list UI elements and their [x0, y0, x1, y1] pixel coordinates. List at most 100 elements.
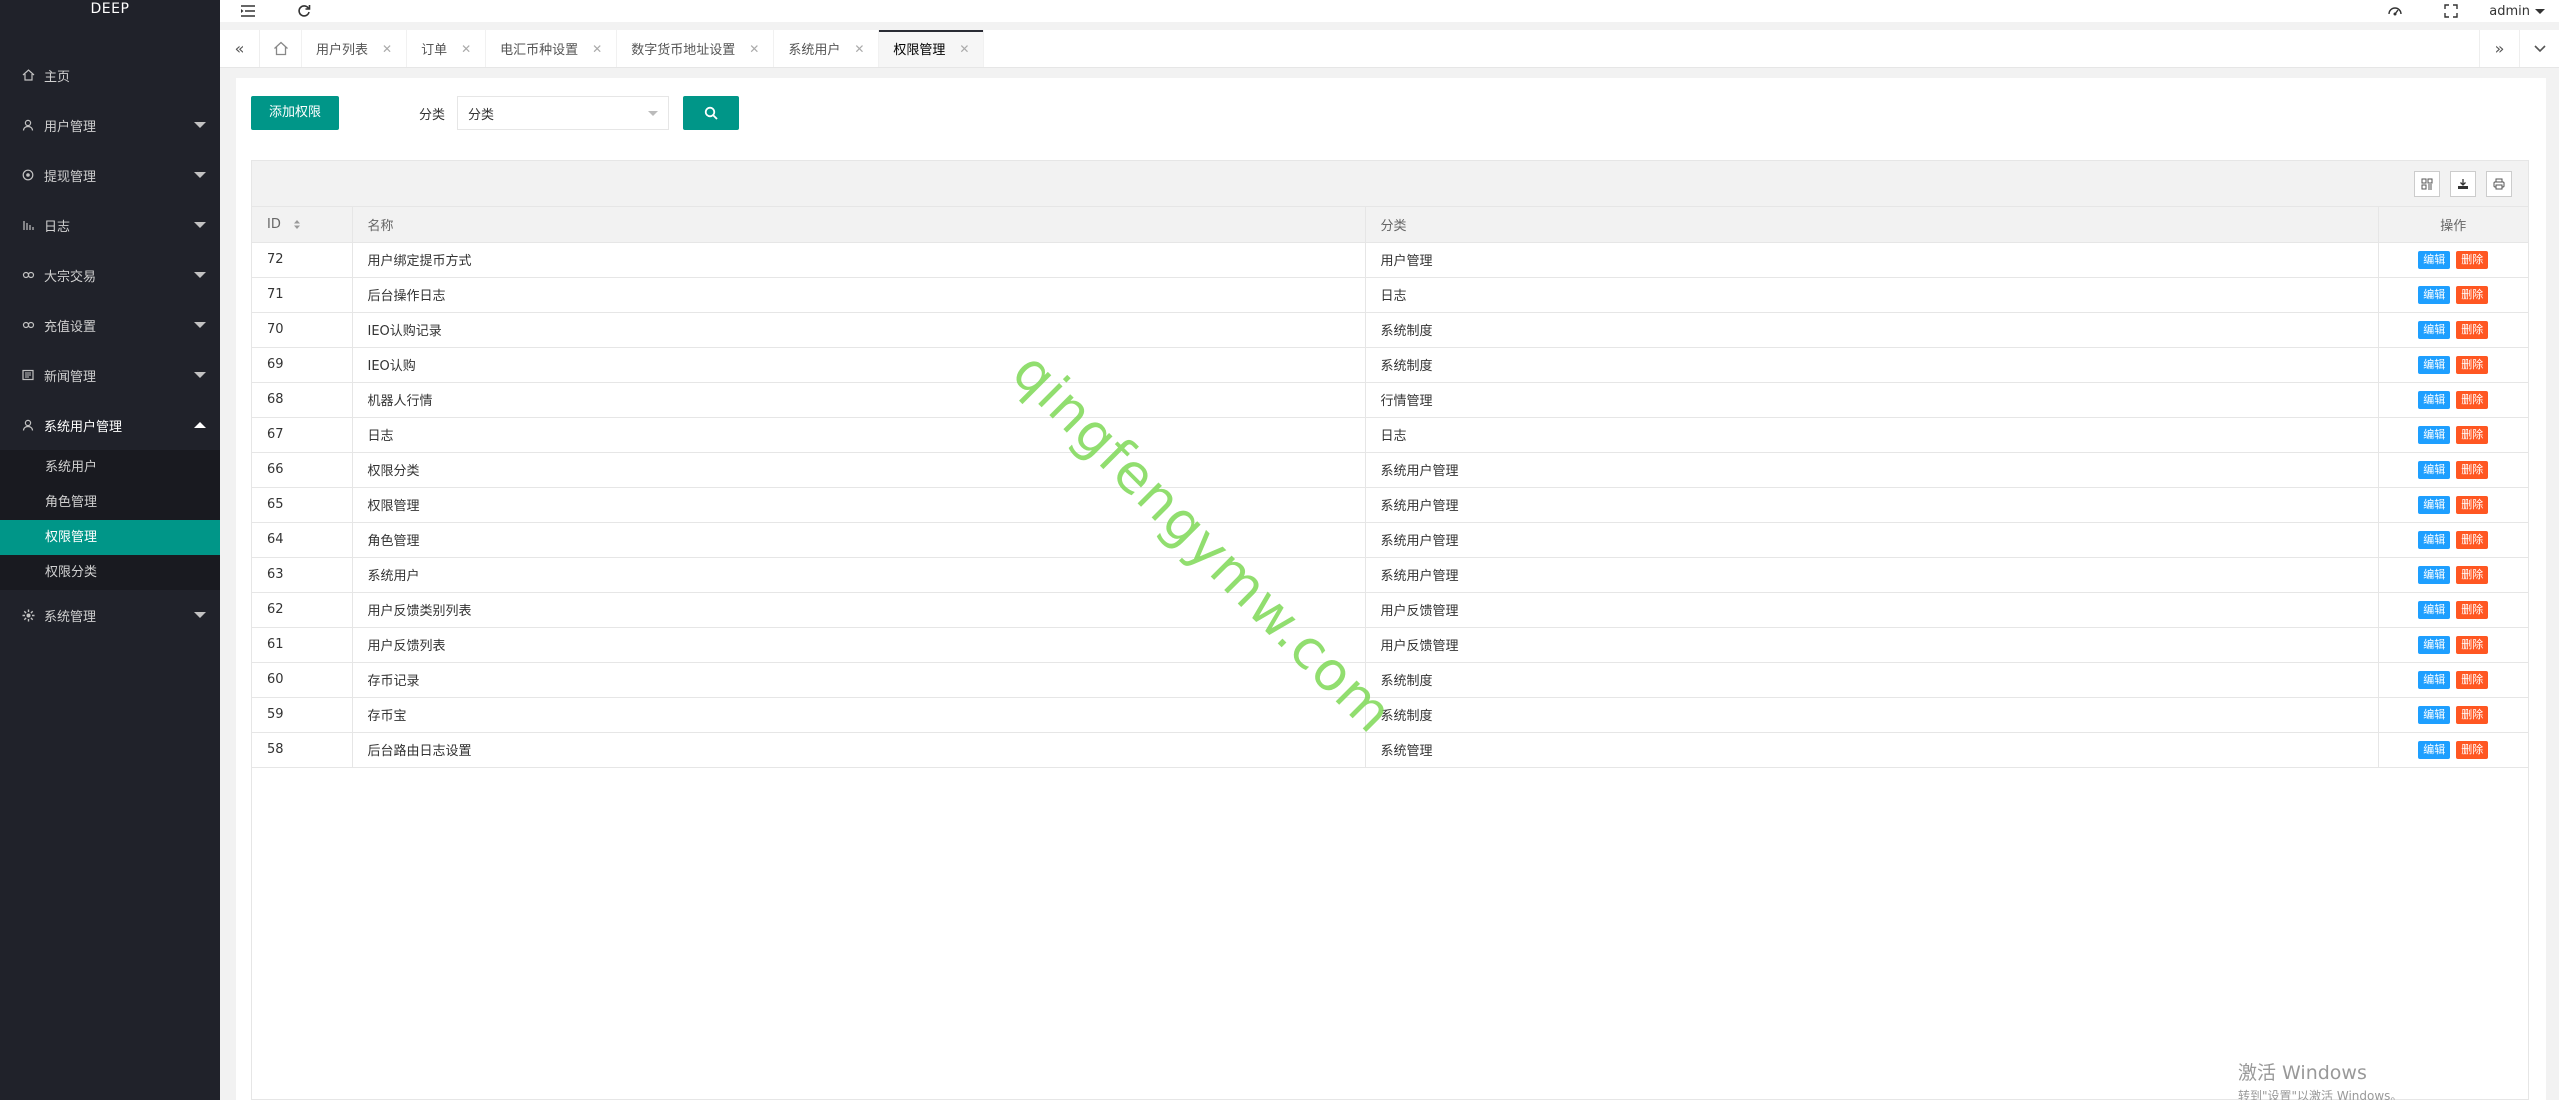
- sidebar-subnav: 系统用户 角色管理 权限管理 权限分类: [0, 450, 220, 590]
- user-menu[interactable]: admin: [2479, 4, 2559, 19]
- tabs-scroll-right-icon[interactable]: »: [2479, 30, 2519, 67]
- edit-button[interactable]: 编辑: [2418, 565, 2451, 584]
- close-icon[interactable]: ✕: [959, 42, 969, 56]
- delete-button[interactable]: 删除: [2456, 250, 2489, 269]
- sidebar-item-5[interactable]: 充值设置: [0, 300, 220, 350]
- tab-0[interactable]: 用户列表 ✕: [302, 30, 408, 67]
- tab-2[interactable]: 电汇币种设置 ✕: [486, 30, 618, 67]
- sort-icon[interactable]: [293, 219, 301, 230]
- category-select[interactable]: 分类: [457, 96, 670, 130]
- delete-button[interactable]: 删除: [2456, 530, 2489, 549]
- sidebar-subitem-1[interactable]: 角色管理: [0, 485, 220, 520]
- sidebar-item-3[interactable]: 日志: [0, 200, 220, 250]
- theme-icon[interactable]: [2367, 0, 2423, 22]
- sidebar-subitem-0[interactable]: 系统用户: [0, 450, 220, 485]
- tab-label: 用户列表: [316, 43, 369, 58]
- edit-button[interactable]: 编辑: [2418, 530, 2451, 549]
- cell-id: 72: [252, 242, 353, 278]
- edit-button[interactable]: 编辑: [2418, 460, 2451, 479]
- tab-1[interactable]: 订单 ✕: [407, 30, 487, 67]
- fullscreen-icon[interactable]: [2423, 0, 2479, 22]
- settings-icon: [20, 169, 36, 181]
- delete-button[interactable]: 删除: [2456, 635, 2489, 654]
- edit-button[interactable]: 编辑: [2418, 495, 2451, 514]
- columns-filter-icon[interactable]: [2414, 170, 2440, 197]
- sidebar-item-label: 系统管理: [44, 609, 97, 625]
- delete-button[interactable]: 删除: [2456, 600, 2489, 619]
- cell-name: 角色管理: [352, 522, 1366, 558]
- cell-actions: 编辑 删除: [2378, 417, 2528, 453]
- tabs-menu-chevron-down-icon[interactable]: [2519, 30, 2559, 67]
- sidebar-item-1[interactable]: 用户管理: [0, 100, 220, 150]
- tabs-scroll-left-icon[interactable]: «: [220, 30, 260, 67]
- close-icon[interactable]: ✕: [749, 42, 759, 56]
- cell-actions: 编辑 删除: [2378, 732, 2528, 768]
- edit-button[interactable]: 编辑: [2418, 425, 2451, 444]
- edit-button[interactable]: 编辑: [2418, 355, 2451, 374]
- cell-category: 日志: [1365, 277, 2379, 313]
- link-icon: [20, 270, 36, 280]
- cell-category: 系统用户管理: [1365, 487, 2379, 523]
- delete-button[interactable]: 删除: [2456, 705, 2489, 724]
- sidebar-item-2[interactable]: 提现管理: [0, 150, 220, 200]
- tab-home[interactable]: [260, 30, 302, 67]
- tab-5[interactable]: 权限管理 ✕: [879, 30, 985, 67]
- delete-button[interactable]: 删除: [2456, 355, 2489, 374]
- table-row: 71 后台操作日志 日志 编辑 删除: [252, 277, 2528, 313]
- chevron-down-icon: [194, 172, 206, 178]
- column-header-id[interactable]: ID: [252, 207, 353, 243]
- cell-id: 65: [252, 487, 353, 523]
- table-row: 60 存币记录 系统制度 编辑 删除: [252, 662, 2528, 698]
- tab-3[interactable]: 数字货币地址设置 ✕: [617, 30, 775, 67]
- delete-button[interactable]: 删除: [2456, 425, 2489, 444]
- edit-button[interactable]: 编辑: [2418, 740, 2451, 759]
- edit-button[interactable]: 编辑: [2418, 250, 2451, 269]
- delete-button[interactable]: 删除: [2456, 320, 2489, 339]
- close-icon[interactable]: ✕: [592, 42, 602, 56]
- close-icon[interactable]: ✕: [382, 42, 392, 56]
- cell-actions: 编辑 删除: [2378, 277, 2528, 313]
- refresh-icon[interactable]: [276, 0, 332, 22]
- print-icon[interactable]: [2486, 170, 2512, 197]
- cell-actions: 编辑 删除: [2378, 592, 2528, 628]
- delete-button[interactable]: 删除: [2456, 285, 2489, 304]
- edit-button[interactable]: 编辑: [2418, 390, 2451, 409]
- edit-button[interactable]: 编辑: [2418, 635, 2451, 654]
- add-permission-button[interactable]: 添加权限: [251, 96, 340, 130]
- sidebar-subitem-2[interactable]: 权限管理: [0, 520, 220, 555]
- sidebar-item-4[interactable]: 大宗交易: [0, 250, 220, 300]
- chevron-down-icon: [194, 122, 206, 128]
- chevron-down-icon: [648, 110, 659, 116]
- cell-actions: 编辑 删除: [2378, 557, 2528, 593]
- cell-name: 机器人行情: [352, 382, 1366, 418]
- sidebar-subitem-3[interactable]: 权限分类: [0, 555, 220, 590]
- export-icon[interactable]: [2450, 170, 2476, 197]
- delete-button[interactable]: 删除: [2456, 460, 2489, 479]
- table-row: 70 IEO认购记录 系统制度 编辑 删除: [252, 312, 2528, 348]
- cell-actions: 编辑 删除: [2378, 487, 2528, 523]
- edit-button[interactable]: 编辑: [2418, 705, 2451, 724]
- edit-button[interactable]: 编辑: [2418, 600, 2451, 619]
- chevron-down-icon: [194, 372, 206, 378]
- sidebar-item-7[interactable]: 系统用户管理: [0, 400, 220, 450]
- delete-button[interactable]: 删除: [2456, 495, 2489, 514]
- edit-button[interactable]: 编辑: [2418, 320, 2451, 339]
- content-card: 添加权限 分类 分类 ID 名称 分类 操作 72 用户绑定提币方式 用户管理 …: [236, 78, 2546, 1100]
- search-button[interactable]: [683, 96, 740, 130]
- sidebar-item-8[interactable]: 系统管理: [0, 590, 220, 640]
- sidebar-item-6[interactable]: 新闻管理: [0, 350, 220, 400]
- delete-button[interactable]: 删除: [2456, 670, 2489, 689]
- edit-button[interactable]: 编辑: [2418, 285, 2451, 304]
- cell-name: 用户反馈类别列表: [352, 592, 1366, 628]
- tab-4[interactable]: 系统用户 ✕: [774, 30, 880, 67]
- sidebar-item-0[interactable]: 主页: [0, 50, 220, 100]
- menu-toggle-icon[interactable]: [220, 0, 276, 22]
- delete-button[interactable]: 删除: [2456, 740, 2489, 759]
- close-icon[interactable]: ✕: [854, 42, 864, 56]
- delete-button[interactable]: 删除: [2456, 565, 2489, 584]
- edit-button[interactable]: 编辑: [2418, 670, 2451, 689]
- cell-id: 70: [252, 312, 353, 348]
- close-icon[interactable]: ✕: [461, 42, 471, 56]
- delete-button[interactable]: 删除: [2456, 390, 2489, 409]
- cell-id: 63: [252, 557, 353, 593]
